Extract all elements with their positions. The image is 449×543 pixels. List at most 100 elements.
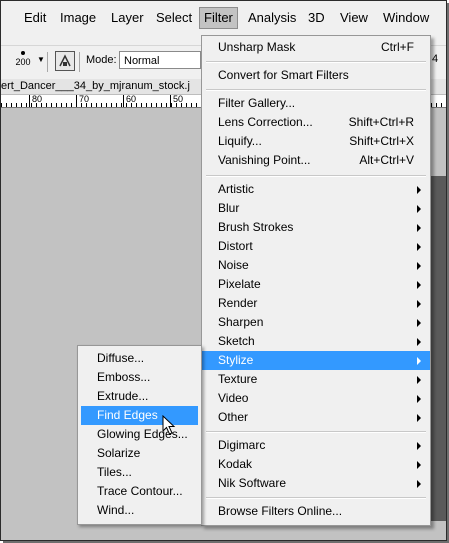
submenu-item-extrude[interactable]: Extrude... — [81, 387, 198, 406]
submenu-item-glowing-edges[interactable]: Glowing Edges... — [81, 425, 198, 444]
menu-item-label: Blur — [218, 201, 240, 215]
options-divider — [79, 52, 80, 72]
ruler-tick — [431, 103, 432, 107]
menu-item-label: Brush Strokes — [218, 220, 294, 234]
submenu-item-wind[interactable]: Wind... — [81, 501, 198, 520]
submenu-arrow-icon — [417, 300, 421, 308]
menu-item-other[interactable]: Other — [202, 408, 430, 427]
submenu-item-find-edges[interactable]: Find Edges — [81, 406, 198, 425]
ruler-tick — [136, 103, 137, 107]
menu-item-label: Artistic — [218, 182, 254, 196]
document-title: ert_Dancer___34_by_mjranum_stock.j — [1, 80, 190, 92]
ruler-tick — [176, 103, 177, 107]
mouse-pointer-icon — [162, 415, 176, 435]
menu-item-liquify[interactable]: Liquify... Shift+Ctrl+X — [202, 132, 430, 151]
ruler-tick — [29, 95, 30, 107]
menu-item-convert-smart-filters[interactable]: Convert for Smart Filters — [202, 66, 430, 85]
submenu-arrow-icon — [417, 262, 421, 270]
ruler-tick — [126, 103, 127, 107]
menu-item-stylize[interactable]: Stylize — [202, 351, 430, 370]
menu-3d[interactable]: 3D — [308, 9, 325, 27]
ruler-tick — [61, 103, 62, 107]
menu-item-pixelate[interactable]: Pixelate — [202, 275, 430, 294]
ruler-tick — [121, 103, 122, 107]
ruler-tick — [191, 103, 192, 107]
ruler-tick — [41, 103, 42, 107]
menu-item-label: Sharpen — [218, 315, 264, 329]
menu-edit[interactable]: Edit — [24, 9, 46, 27]
ruler-tick — [36, 103, 37, 107]
menu-item-digimarc[interactable]: Digimarc — [202, 436, 430, 455]
submenu-arrow-icon — [417, 357, 421, 365]
ruler-tick — [86, 103, 87, 107]
menu-analysis[interactable]: Analysis — [248, 9, 296, 27]
submenu-item-label: Trace Contour... — [97, 484, 183, 498]
menu-item-shortcut: Alt+Ctrl+V — [359, 153, 414, 167]
submenu-item-label: Emboss... — [97, 370, 151, 384]
ruler-tick — [170, 95, 171, 107]
menu-item-video[interactable]: Video — [202, 389, 430, 408]
menu-item-texture[interactable]: Texture — [202, 370, 430, 389]
menu-separator — [206, 175, 426, 177]
toggle-brush-panel-icon[interactable] — [55, 51, 75, 71]
ruler-tick — [171, 103, 172, 107]
menu-item-kodak[interactable]: Kodak — [202, 455, 430, 474]
menu-item-label: Digimarc — [218, 438, 266, 452]
menu-layer[interactable]: Layer — [111, 9, 144, 27]
mode-select[interactable]: Normal — [119, 51, 201, 69]
submenu-item-solarize[interactable]: Solarize — [81, 444, 198, 463]
ruler-tick — [31, 103, 32, 107]
submenu-item-trace-contour[interactable]: Trace Contour... — [81, 482, 198, 501]
menu-view[interactable]: View — [340, 9, 368, 27]
menu-item-artistic[interactable]: Artistic — [202, 180, 430, 199]
menu-item-noise[interactable]: Noise — [202, 256, 430, 275]
filter-menu-dropdown: Unsharp Mask Ctrl+F Convert for Smart Fi… — [201, 35, 431, 526]
ruler-tick — [111, 103, 112, 107]
menu-item-shortcut: Shift+Ctrl+R — [348, 115, 414, 129]
menu-item-label: Texture — [218, 372, 258, 386]
ruler-tick — [91, 103, 92, 107]
menu-item-browse-filters-online[interactable]: Browse Filters Online... — [202, 502, 430, 521]
submenu-item-diffuse[interactable]: Diffuse... — [81, 349, 198, 368]
menu-item-nik-software[interactable]: Nik Software — [202, 474, 430, 493]
ruler-tick — [186, 103, 187, 107]
menu-item-sketch[interactable]: Sketch — [202, 332, 430, 351]
menu-item-last-filter[interactable]: Unsharp Mask Ctrl+F — [202, 38, 430, 57]
submenu-arrow-icon — [417, 281, 421, 289]
menu-separator — [206, 61, 426, 63]
menu-item-label: Nik Software — [218, 476, 287, 490]
menu-item-label: Distort — [218, 239, 253, 253]
menu-window[interactable]: Window — [383, 9, 429, 27]
menu-item-shortcut: Shift+Ctrl+X — [349, 134, 414, 148]
submenu-item-label: Wind... — [97, 503, 135, 517]
menu-item-blur[interactable]: Blur — [202, 199, 430, 218]
menu-item-distort[interactable]: Distort — [202, 237, 430, 256]
ruler-tick — [11, 103, 12, 107]
menu-item-vanishing-point[interactable]: Vanishing Point... Alt+Ctrl+V — [202, 151, 430, 170]
brush-tip-icon — [21, 51, 25, 55]
menu-image[interactable]: Image — [60, 9, 96, 27]
opacity-partial-label: 4 — [432, 53, 439, 65]
ruler-tick — [16, 103, 17, 107]
menu-item-label: Vanishing Point... — [218, 153, 311, 167]
menu-item-label: Pixelate — [218, 277, 261, 291]
menu-item-brush-strokes[interactable]: Brush Strokes — [202, 218, 430, 237]
ruler-tick — [101, 103, 102, 107]
menu-item-label: Lens Correction... — [218, 115, 313, 129]
submenu-item-emboss[interactable]: Emboss... — [81, 368, 198, 387]
menu-item-lens-correction[interactable]: Lens Correction... Shift+Ctrl+R — [202, 113, 430, 132]
ruler-tick — [181, 103, 182, 107]
menu-filter[interactable]: Filter — [199, 7, 238, 29]
submenu-item-tiles[interactable]: Tiles... — [81, 463, 198, 482]
menu-item-filter-gallery[interactable]: Filter Gallery... — [202, 94, 430, 113]
brush-dropdown-arrow-icon[interactable]: ▼ — [37, 55, 45, 64]
ruler-tick — [161, 103, 162, 107]
ruler-tick — [81, 103, 82, 107]
brush-preset-picker[interactable]: 200 — [13, 48, 33, 74]
menu-item-sharpen[interactable]: Sharpen — [202, 313, 430, 332]
menu-select[interactable]: Select — [156, 9, 192, 27]
ruler-tick — [21, 103, 22, 107]
ruler-tick — [146, 103, 147, 107]
stylize-submenu: Diffuse... Emboss... Extrude... Find Edg… — [77, 345, 202, 525]
menu-item-render[interactable]: Render — [202, 294, 430, 313]
